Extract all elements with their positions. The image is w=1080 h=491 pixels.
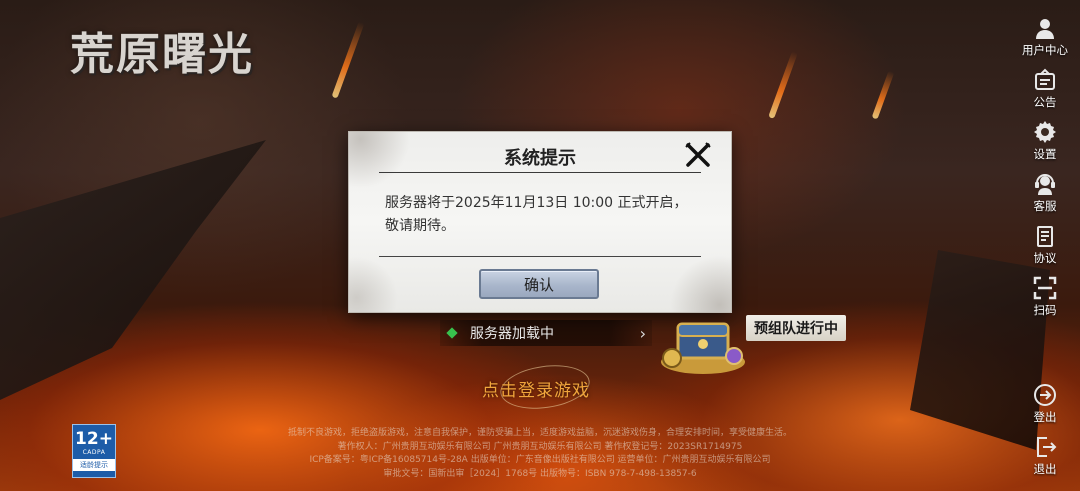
- dialog-title: 系统提示: [504, 148, 576, 169]
- server-status-text: 服务器加载中: [470, 326, 554, 342]
- right-sidebar: 用户中心 公告 设置 客服 协议 扫码: [1010, 16, 1080, 328]
- sidebar-item-label: 登出: [1033, 410, 1057, 424]
- sidebar-item-scan[interactable]: 扫码: [1010, 276, 1080, 328]
- dialog-message-line: 敬请期待。: [385, 218, 455, 234]
- sidebar-item-agreement[interactable]: 协议: [1010, 224, 1080, 276]
- sidebar-item-announcement[interactable]: 公告: [1010, 68, 1080, 120]
- dialog-message: 服务器将于2025年11月13日 10:00 正式开启， 敬请期待。: [385, 192, 701, 238]
- sidebar-item-label: 退出: [1033, 462, 1057, 476]
- server-selector[interactable]: 服务器加载中 ›: [440, 320, 652, 346]
- headset-icon: [1035, 174, 1055, 195]
- age-rating-value: 12+: [75, 429, 113, 449]
- chevron-right-icon: ›: [639, 323, 646, 343]
- age-rating-tip: 适龄提示: [73, 459, 115, 471]
- sidebar-item-exit[interactable]: 退出: [1010, 435, 1080, 487]
- announcement-icon: [1035, 68, 1055, 90]
- treasure-chest-icon: [661, 322, 745, 374]
- sidebar-item-label: 公告: [1033, 95, 1057, 109]
- sidebar-item-logout[interactable]: 登出: [1010, 383, 1080, 435]
- gear-icon: [1034, 121, 1056, 143]
- legal-footer: 抵制不良游戏，拒绝盗版游戏，注意自我保护，谨防受骗上当，适度游戏益脑，沉迷游戏伤…: [230, 427, 850, 481]
- age-rating-org: CADPA: [82, 449, 106, 456]
- sidebar-item-label: 扫码: [1033, 303, 1057, 317]
- footer-line: 著作权人：广州贵朋互动娱乐有限公司 广州贵朋互动娱乐有限公司 著作权登记号：20…: [337, 441, 743, 452]
- sidebar-item-user-center[interactable]: 用户中心: [1010, 16, 1080, 68]
- system-dialog: 系统提示 服务器将于2025年11月13日 10:00 正式开启， 敬请期待。 …: [349, 132, 731, 312]
- footer-line: 抵制不良游戏，拒绝盗版游戏，注意自我保护，谨防受骗上当，适度游戏益脑，沉迷游戏伤…: [287, 428, 792, 438]
- sidebar-item-customer-service[interactable]: 客服: [1010, 172, 1080, 224]
- close-icon[interactable]: [683, 140, 713, 170]
- age-rating-badge[interactable]: 12+ CADPA 适龄提示: [72, 424, 116, 478]
- sidebar-item-label: 用户中心: [1022, 43, 1068, 57]
- right-sidebar-bottom: 登出 退出: [1010, 383, 1080, 487]
- sidebar-item-settings[interactable]: 设置: [1010, 120, 1080, 172]
- sidebar-item-label: 客服: [1033, 199, 1057, 213]
- scan-icon: [1033, 276, 1057, 300]
- dialog-divider-top: [379, 172, 701, 173]
- document-icon: [1037, 226, 1053, 247]
- sidebar-item-label: 协议: [1033, 251, 1057, 265]
- user-icon: [1036, 19, 1054, 39]
- dialog-message-line: 服务器将于2025年11月13日 10:00 正式开启，: [385, 195, 688, 211]
- pre-team-promo[interactable]: 预组队进行中: [658, 310, 858, 376]
- exit-icon: [1037, 437, 1057, 457]
- dialog-divider-bottom: [379, 256, 701, 257]
- logout-icon: [1034, 384, 1056, 406]
- login-button[interactable]: 点击登录游戏: [482, 376, 590, 401]
- footer-line: 审批文号：国新出审［2024］1768号 出版物号：ISBN 978-7-498…: [383, 468, 697, 479]
- game-logo: 荒原曙光: [70, 29, 254, 80]
- sidebar-item-label: 设置: [1033, 147, 1057, 161]
- confirm-button[interactable]: 确认: [479, 269, 599, 299]
- footer-line: ICP备案号：粤ICP备16085714号-28A 出版单位：广东音像出版社有限…: [309, 455, 771, 465]
- server-status-dot: [446, 327, 458, 339]
- promo-label: 预组队进行中: [746, 315, 846, 341]
